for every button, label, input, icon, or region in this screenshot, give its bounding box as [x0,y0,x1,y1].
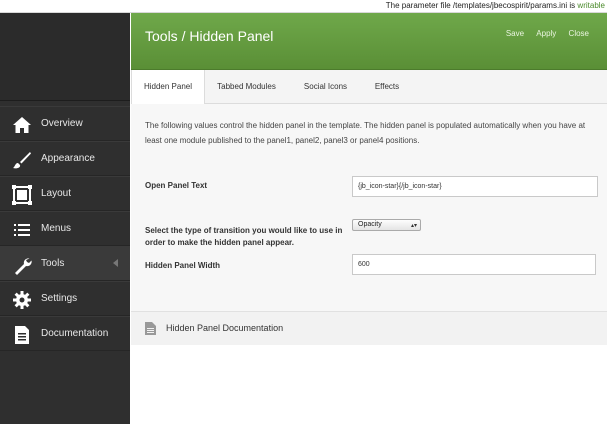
transition-select[interactable]: Opacity ▴▾ [352,219,421,231]
close-button[interactable]: Close [569,29,589,38]
layout-icon [12,185,32,205]
sidebar-item-label: Tools [41,258,65,269]
documentation-section[interactable]: Hidden Panel Documentation [131,311,607,346]
tab-bar: Hidden Panel Tabbed Modules Social Icons… [131,70,607,104]
select-arrows-icon: ▴▾ [410,223,417,229]
apply-button[interactable]: Apply [536,29,556,38]
transition-label: Select the type of transition you would … [145,226,343,247]
tab-hidden-panel[interactable]: Hidden Panel [131,70,205,104]
sidebar-item-overview[interactable]: Overview [0,106,130,141]
sidebar-item-label: Overview [41,118,83,129]
open-panel-text-input[interactable]: {jb_icon-star}{/jb_icon-star} [352,176,598,197]
tab-tabbed-modules[interactable]: Tabbed Modules [209,70,284,103]
home-icon [13,117,31,133]
sidebar-nav: Overview Appearance Layout Menus Tools S… [0,106,130,351]
active-indicator [113,259,118,267]
tab-social-icons[interactable]: Social Icons [293,70,358,103]
notice-status: writable [577,1,605,10]
sidebar-item-layout[interactable]: Layout [0,176,130,211]
sidebar-logo-area [0,13,130,101]
sidebar-item-appearance[interactable]: Appearance [0,141,130,176]
sidebar-item-label: Documentation [41,328,109,339]
notice-text: The parameter file /templates/jbecospiri… [385,1,576,10]
tab-effects[interactable]: Effects [365,70,409,103]
documentation-title: Hidden Panel Documentation [166,323,284,333]
sidebar-item-label: Layout [41,188,72,199]
sidebar-item-menus[interactable]: Menus [0,211,130,246]
sidebar-item-label: Settings [41,293,78,304]
panel-width-input[interactable]: 600 [352,254,596,275]
empty-area [131,345,607,424]
brush-icon [13,152,31,169]
sidebar-item-label: Appearance [41,153,95,164]
params-file-notice: The parameter file /templates/jbecospiri… [0,0,607,13]
header-actions: Save Apply Close [496,29,589,38]
save-button[interactable]: Save [506,29,524,38]
sidebar-item-documentation[interactable]: Documentation [0,316,130,351]
page-header: Tools / Hidden Panel Save Apply Close [131,13,607,70]
transition-selected-value: Opacity [358,221,382,228]
open-panel-text-label: Open Panel Text [145,181,208,190]
page-title: Tools / Hidden Panel [145,28,274,44]
panel-width-label: Hidden Panel Width [145,261,221,270]
document-icon [145,322,156,335]
document-icon [15,326,29,344]
sidebar-item-settings[interactable]: Settings [0,281,130,316]
wrench-icon [15,258,32,275]
intro-text: The following values control the hidden … [145,121,586,145]
sidebar-item-tools[interactable]: Tools [0,246,130,281]
sidebar-item-label: Menus [41,223,72,234]
gear-icon [13,291,31,309]
menu-list-icon [14,224,30,236]
